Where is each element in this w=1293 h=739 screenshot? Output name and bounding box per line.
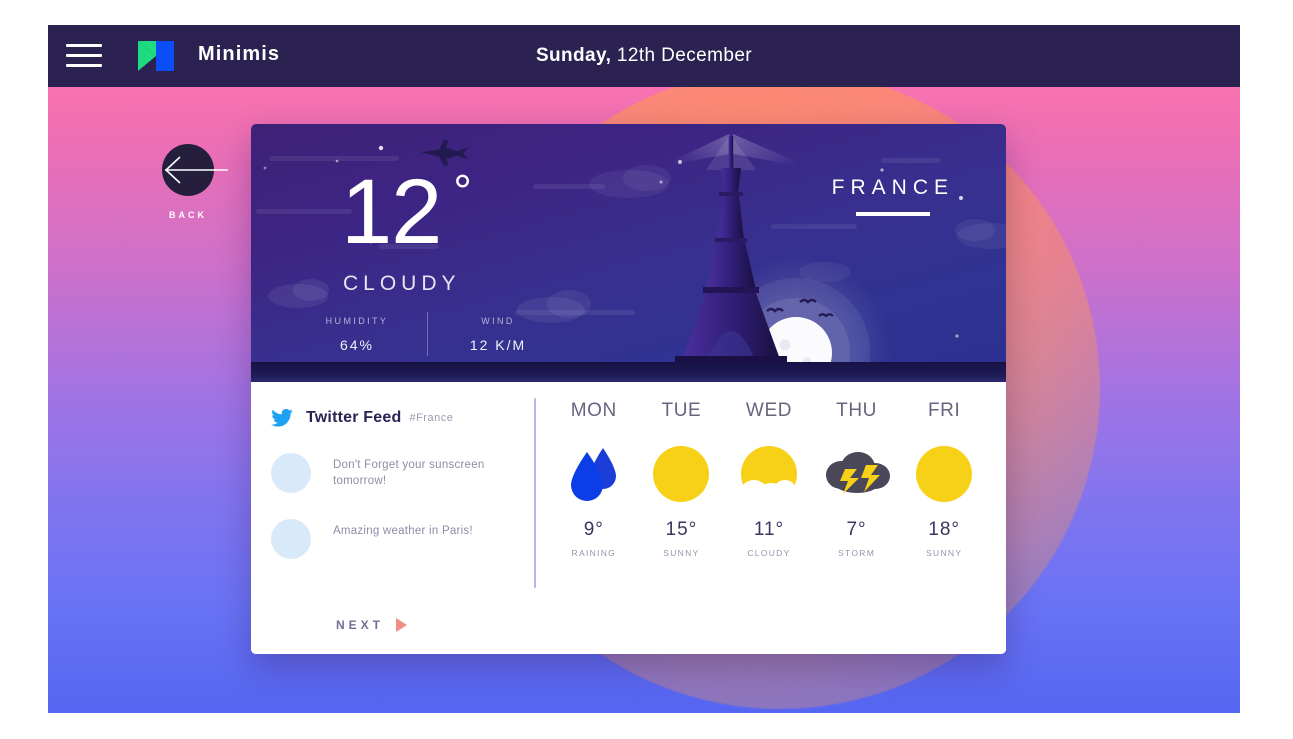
forecast-day-name: THU — [836, 400, 877, 421]
degree-symbol: ° — [453, 165, 472, 217]
forecast-day-name: FRI — [927, 400, 961, 421]
twitter-bird-icon — [271, 409, 293, 427]
back-button-label: BACK — [169, 210, 207, 220]
metric-humidity: HUMIDITY 64% — [293, 316, 421, 353]
play-triangle-icon — [396, 618, 408, 632]
current-condition: CLOUDY — [343, 272, 461, 295]
metric-label: HUMIDITY — [325, 315, 389, 326]
temperature-value: 12 — [341, 161, 442, 263]
hero-ground-band — [251, 362, 1006, 382]
current-temperature: 12 ° — [341, 166, 472, 258]
forecast-temp: 7° — [846, 519, 867, 540]
forecast-temp: 9° — [583, 519, 604, 540]
forecast-section: MON 9° RAINING TUE 15° SUNNY WED 11° CLO… — [536, 382, 1006, 654]
twitter-feed-title: Twitter Feed — [306, 409, 402, 426]
metric-label: WIND — [481, 315, 515, 326]
list-item[interactable]: Don't Forget your sunscreen tomorrow! — [271, 453, 534, 493]
forecast-day-thu[interactable]: THU 7° STORM — [813, 400, 901, 654]
avatar — [271, 453, 311, 493]
forecast-condition: SUNNY — [926, 548, 963, 558]
twitter-feed-section: Twitter Feed #France Don't Forget your s… — [251, 382, 534, 654]
forecast-day-tue[interactable]: TUE 15° SUNNY — [638, 400, 726, 654]
forecast-day-name: WED — [745, 400, 793, 421]
page-title: Sunday, 12th December — [48, 45, 1240, 67]
weather-card: 12 ° CLOUDY HUMIDITY 64% WIND 12 K/M FRA… — [251, 124, 1006, 654]
forecast-temp: 18° — [928, 519, 961, 540]
title-day-name: Sunday, — [535, 45, 612, 66]
forecast-temp: 15° — [665, 519, 698, 540]
metric-separator — [427, 312, 428, 356]
arrow-left-icon — [164, 156, 228, 184]
cloud-streak — [771, 224, 857, 229]
storm-cloud-icon — [813, 444, 901, 504]
country-name: FRANCE — [831, 176, 954, 199]
twitter-feed-header: Twitter Feed #France — [271, 409, 534, 427]
forecast-day-name: TUE — [661, 400, 702, 421]
metric-value: 64% — [339, 336, 375, 353]
next-button-label: NEXT — [336, 618, 385, 632]
list-item[interactable]: Amazing weather in Paris! — [271, 519, 534, 559]
next-button[interactable]: NEXT — [336, 618, 408, 632]
country-label: FRANCE — [832, 176, 954, 216]
cloud-streak — [256, 209, 352, 214]
metric-wind: WIND 12 K/M — [434, 316, 562, 353]
tweet-text: Amazing weather in Paris! — [333, 525, 473, 537]
forecast-condition: CLOUDY — [747, 548, 791, 558]
forecast-temp: 11° — [753, 519, 785, 540]
tweet-text: Don't Forget your sunscreen tomorrow! — [333, 459, 485, 488]
sun-icon — [638, 444, 726, 504]
back-button-circle — [162, 144, 228, 196]
forecast-day-mon[interactable]: MON 9° RAINING — [550, 400, 638, 654]
title-date: 12th December — [611, 45, 753, 66]
sun-icon — [900, 444, 988, 504]
hero-section: 12 ° CLOUDY HUMIDITY 64% WIND 12 K/M FRA… — [251, 124, 1006, 362]
forecast-day-fri[interactable]: FRI 18° SUNNY — [900, 400, 988, 654]
twitter-feed-hashtag: #France — [409, 412, 454, 424]
forecast-condition: RAINING — [571, 548, 617, 558]
app-window: Minimis Sunday, 12th December BACK 12 ° … — [48, 25, 1240, 713]
cloud-streak — [533, 184, 605, 189]
forecast-day-name: MON — [570, 400, 617, 421]
forecast-condition: STORM — [838, 548, 876, 558]
forecast-day-wed[interactable]: WED 11° CLOUDY — [725, 400, 813, 654]
country-underline — [855, 212, 930, 216]
card-lower-panel: Twitter Feed #France Don't Forget your s… — [251, 382, 1006, 654]
rain-drops-icon — [550, 444, 638, 504]
sun-cloud-icon — [725, 444, 813, 504]
hero-metrics: HUMIDITY 64% WIND 12 K/M — [293, 312, 562, 356]
metric-value: 12 K/M — [469, 336, 527, 353]
background-stage: BACK 12 ° CLOUDY HUMIDITY 64% WIND 12 K/… — [48, 87, 1240, 713]
forecast-condition: SUNNY — [663, 548, 700, 558]
avatar — [271, 519, 311, 559]
cloud-streak — [881, 158, 941, 163]
top-bar: Minimis Sunday, 12th December — [48, 25, 1240, 87]
back-button[interactable]: BACK — [118, 144, 258, 220]
